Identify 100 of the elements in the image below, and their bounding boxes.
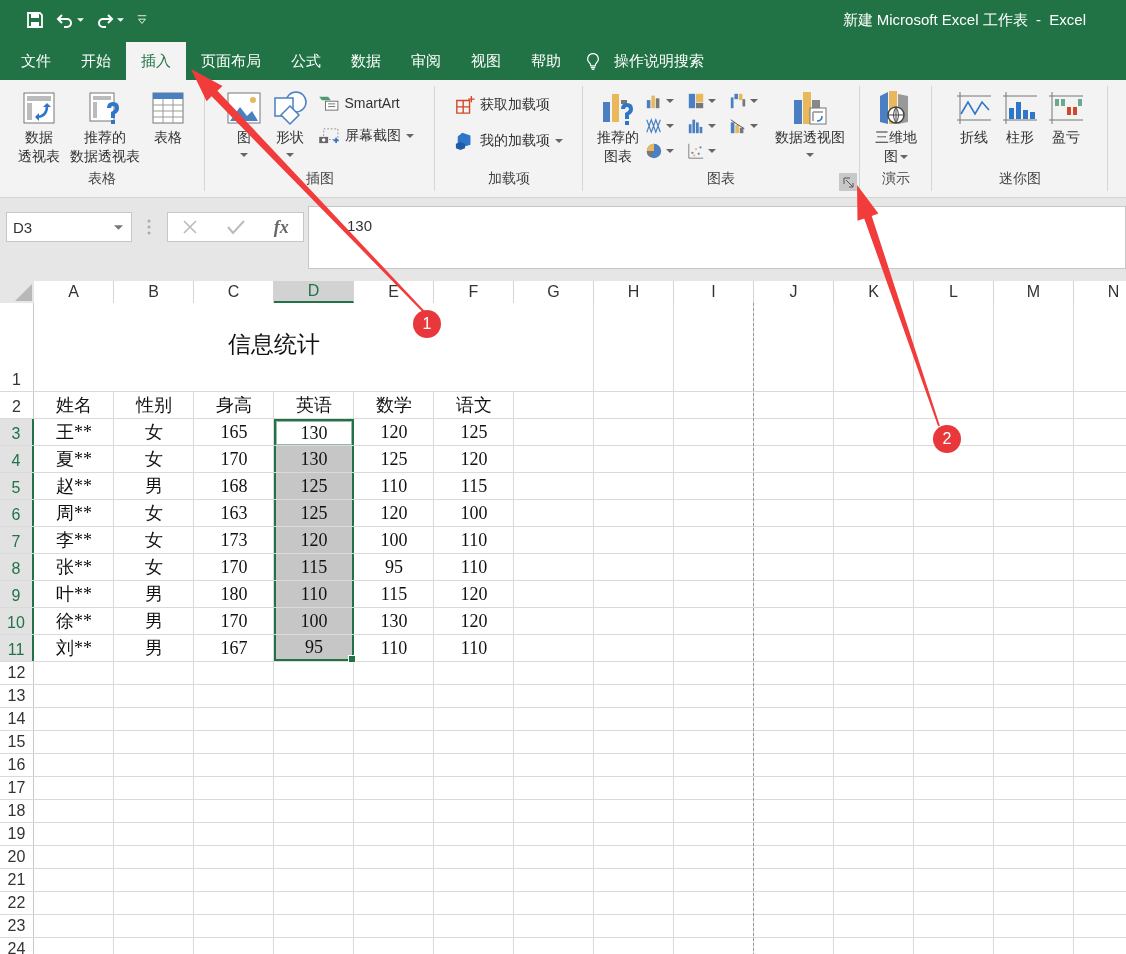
group-label: 迷你图 bbox=[998, 170, 1041, 188]
table-cell-text: 语文 bbox=[455, 394, 493, 417]
tell-me-search[interactable]: 操作说明搜索 bbox=[614, 51, 704, 71]
ribbon-button[interactable]: 盈亏 bbox=[1043, 88, 1088, 147]
redo-icon[interactable] bbox=[96, 11, 114, 29]
ribbon-tab[interactable]: 公式 bbox=[276, 42, 336, 80]
table-cell-text: 163 bbox=[219, 501, 249, 525]
column-header[interactable]: H bbox=[594, 281, 674, 303]
fill-handle[interactable] bbox=[348, 655, 356, 663]
ribbon-tab[interactable]: 页面布局 bbox=[186, 42, 276, 80]
table-cell-text: 120 bbox=[459, 582, 489, 606]
ribbon-button[interactable]: 获取加载项 bbox=[450, 92, 567, 118]
row-header[interactable]: 9 bbox=[0, 581, 34, 607]
ribbon-button[interactable]: SmartArt bbox=[313, 92, 418, 114]
row-header[interactable]: 7 bbox=[0, 527, 34, 553]
ribbon-button[interactable]: 形状 bbox=[267, 88, 312, 157]
table-cell-text: 姓名 bbox=[55, 394, 93, 417]
scatter-chart-icon bbox=[687, 142, 705, 160]
ribbon-tab[interactable]: 帮助 bbox=[516, 42, 576, 80]
column-header[interactable]: B bbox=[114, 281, 194, 303]
ribbon-button[interactable]: 折线 bbox=[951, 88, 996, 147]
table-cell-text: 女 bbox=[144, 529, 164, 552]
column-header[interactable]: N bbox=[1074, 281, 1126, 303]
column-header[interactable]: A bbox=[34, 281, 114, 303]
ribbon-tab[interactable]: 审阅 bbox=[396, 42, 456, 80]
row-header[interactable]: 8 bbox=[0, 554, 34, 580]
camera-icon bbox=[317, 128, 340, 144]
histogram-icon bbox=[687, 117, 705, 135]
column-header[interactable]: J bbox=[754, 281, 834, 303]
insert-function-button[interactable]: fx bbox=[273, 216, 289, 238]
save-icon[interactable] bbox=[26, 11, 44, 29]
row-header[interactable]: 4 bbox=[0, 446, 34, 472]
ribbon-tab[interactable]: 数据 bbox=[336, 42, 396, 80]
ribbon-button[interactable]: 推荐的 图表 bbox=[593, 88, 643, 166]
ribbon-button[interactable]: 数据透视图 bbox=[771, 88, 849, 157]
column-header[interactable]: C bbox=[194, 281, 274, 303]
column-header[interactable]: M bbox=[994, 281, 1074, 303]
table-cell-text: 170 bbox=[219, 609, 249, 633]
name-box[interactable]: D3 bbox=[6, 212, 132, 242]
shapes-icon bbox=[271, 88, 308, 128]
table-cell-text: 数学 bbox=[375, 394, 413, 417]
ribbon-tab[interactable]: 插入 bbox=[126, 42, 186, 80]
row-header[interactable]: 5 bbox=[0, 473, 34, 499]
table-cell: 130 bbox=[274, 419, 354, 445]
table-cell-text: 赵** bbox=[55, 475, 93, 498]
table-cell-text: 110 bbox=[379, 474, 409, 498]
customize-icon[interactable] bbox=[136, 14, 148, 26]
ribbon-tab[interactable]: 开始 bbox=[66, 42, 126, 80]
table-cell-text: 身高 bbox=[215, 394, 253, 417]
ribbon-button[interactable]: 我的加载项 bbox=[450, 128, 567, 154]
table-cell-text: 女 bbox=[144, 448, 164, 471]
table-cell-text: 100 bbox=[459, 501, 489, 525]
ribbon-button[interactable]: 表格 bbox=[146, 88, 190, 147]
column-header[interactable]: K bbox=[834, 281, 914, 303]
pie-chart-icon bbox=[645, 142, 663, 160]
table-cell-text: 王** bbox=[55, 421, 93, 444]
undo-icon[interactable] bbox=[56, 11, 74, 29]
ribbon-button[interactable]: 推荐的 数据透视表 bbox=[66, 88, 144, 166]
table-cell: 125 bbox=[274, 500, 354, 526]
waterfall-chart-icon bbox=[729, 92, 747, 110]
ribbon-button[interactable]: 屏幕截图 bbox=[313, 124, 418, 148]
column-header[interactable]: L bbox=[914, 281, 994, 303]
ribbon-button[interactable]: 数据 透视表 bbox=[14, 88, 64, 166]
group-label: 图表 bbox=[707, 170, 735, 188]
row-header[interactable]: 3 bbox=[0, 419, 34, 445]
table-cell-text: 男 bbox=[144, 583, 164, 606]
table-cell: 115 bbox=[274, 554, 354, 580]
table-cell-text: 叶** bbox=[55, 583, 93, 606]
dialog-launcher-icon[interactable] bbox=[839, 173, 857, 191]
table-cell-text: 110 bbox=[379, 636, 409, 660]
table-cell-text: 167 bbox=[219, 636, 249, 660]
table-cell-text: 120 bbox=[459, 609, 489, 633]
row-header[interactable]: 10 bbox=[0, 608, 34, 634]
column-header[interactable]: F bbox=[434, 281, 514, 303]
caret-icon bbox=[114, 224, 123, 230]
lightbulb-icon bbox=[586, 51, 600, 71]
table-cell-text: 173 bbox=[219, 528, 249, 552]
row-header[interactable]: 6 bbox=[0, 500, 34, 526]
ribbon-button[interactable]: 柱形 bbox=[997, 88, 1042, 147]
ribbon-tab[interactable]: 文件 bbox=[6, 42, 66, 80]
table-cell-text: 女 bbox=[144, 421, 164, 444]
column-header[interactable]: D bbox=[274, 281, 354, 303]
table-cell-text: 张** bbox=[55, 556, 93, 579]
table-cell: 125 bbox=[274, 473, 354, 499]
ribbon-button[interactable]: 三维地 图 bbox=[870, 88, 921, 166]
table-cell-text: 100 bbox=[379, 528, 409, 552]
table-cell-text: 夏** bbox=[55, 448, 93, 471]
group-label: 表格 bbox=[88, 170, 116, 188]
ribbon-tab[interactable]: 视图 bbox=[456, 42, 516, 80]
group-label: 插图 bbox=[305, 170, 334, 188]
formula-input[interactable]: 130 bbox=[308, 206, 1126, 269]
column-header[interactable]: E bbox=[354, 281, 434, 303]
table-cell: 95 bbox=[274, 635, 354, 661]
row-header[interactable]: 11 bbox=[0, 635, 34, 661]
hierarchy-chart-icon bbox=[687, 92, 705, 110]
table-cell-text: 170 bbox=[219, 447, 249, 471]
column-header[interactable]: I bbox=[674, 281, 754, 303]
table-cell-text: 120 bbox=[379, 420, 409, 444]
table-cell-text: 120 bbox=[379, 501, 409, 525]
column-header[interactable]: G bbox=[514, 281, 594, 303]
